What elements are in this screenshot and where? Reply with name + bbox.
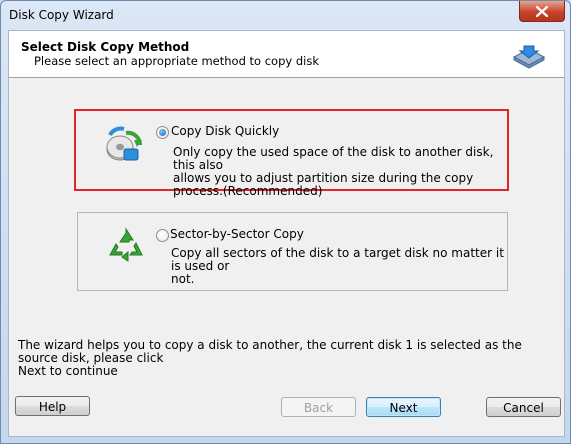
copy-disk-quickly-radio[interactable]: [156, 126, 169, 139]
sector-by-sector-description: Copy all sectors of the disk to a target…: [171, 247, 507, 286]
close-icon: [536, 5, 548, 17]
next-button[interactable]: Next: [366, 397, 441, 417]
disk-copy-icon: [512, 45, 546, 69]
help-button[interactable]: Help: [15, 396, 90, 416]
radio-selected-dot: [159, 129, 166, 136]
copy-disk-quickly-label: Copy Disk Quickly: [171, 124, 280, 138]
description-line: process.(Recommended): [173, 184, 323, 198]
back-button[interactable]: Back: [281, 397, 356, 417]
info-line: The wizard helps you to copy a disk to a…: [18, 338, 522, 365]
window-title: Disk Copy Wizard: [9, 8, 114, 22]
info-line: Next to continue: [18, 364, 118, 378]
cancel-button[interactable]: Cancel: [486, 397, 561, 417]
disk-copy-wizard-window: Disk Copy Wizard Select Disk Copy Method…: [0, 0, 571, 444]
header-title: Select Disk Copy Method: [21, 40, 190, 54]
wizard-client-area: Select Disk Copy Method Please select an…: [8, 30, 565, 437]
wizard-header: Select Disk Copy Method Please select an…: [9, 31, 564, 78]
wizard-info-text: The wizard helps you to copy a disk to a…: [18, 339, 548, 378]
disk-quick-copy-icon: [106, 126, 143, 161]
close-button[interactable]: [519, 1, 565, 22]
sector-by-sector-option[interactable]: Sector-by-Sector Copy Copy all sectors o…: [77, 212, 508, 291]
copy-disk-quickly-option[interactable]: Copy Disk Quickly Only copy the used spa…: [74, 109, 509, 198]
sector-by-sector-label: Sector-by-Sector Copy: [170, 227, 304, 241]
sector-by-sector-radio[interactable]: [156, 229, 169, 242]
recycle-icon: [109, 227, 143, 262]
description-line: Only copy the used space of the disk to …: [173, 145, 494, 172]
copy-disk-quickly-description: Only copy the used space of the disk to …: [173, 146, 507, 198]
header-subtitle: Please select an appropriate method to c…: [34, 54, 319, 68]
description-line: Copy all sectors of the disk to a target…: [171, 246, 504, 273]
title-bar: Disk Copy Wizard: [1, 1, 570, 29]
description-line: not.: [171, 272, 195, 286]
